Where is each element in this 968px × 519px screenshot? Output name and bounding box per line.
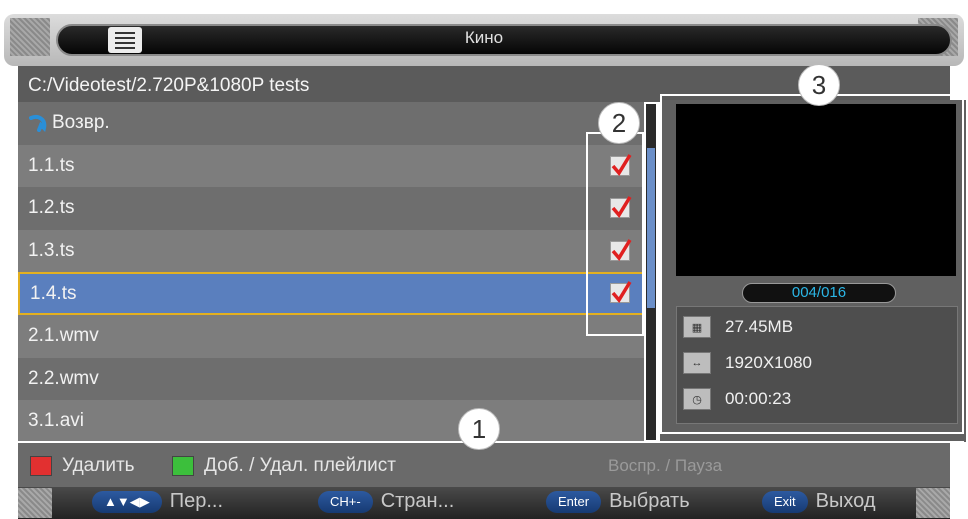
legend-delete[interactable]: Удалить	[30, 455, 135, 477]
file-name: 1.4.ts	[30, 282, 77, 304]
keyhint-select[interactable]: Enter Выбрать	[546, 490, 690, 513]
legend-delete-label: Удалить	[62, 455, 135, 476]
callout-frame-checkboxes	[586, 132, 644, 336]
red-key-swatch	[30, 456, 52, 476]
list-item[interactable]: 1.1.ts	[18, 144, 644, 188]
key-bar-corner-left-texture	[18, 488, 52, 518]
green-key-swatch	[172, 456, 194, 476]
back-item[interactable]: Возвр.	[18, 102, 644, 145]
file-name: 1.1.ts	[28, 154, 75, 176]
back-label: Возвр.	[52, 112, 110, 134]
enter-key-icon: Enter	[546, 490, 602, 513]
arrow-keys-icon: ▲▼◀▶	[92, 490, 162, 513]
file-name: 2.2.wmv	[28, 367, 99, 389]
legend-bar	[18, 443, 950, 487]
keyhint-navigate[interactable]: ▲▼◀▶ Пер...	[92, 490, 223, 513]
list-item[interactable]: 3.1.avi	[18, 400, 644, 443]
keyhint-navigate-label: Пер...	[169, 490, 224, 512]
keyhint-exit-label: Выход	[815, 490, 876, 512]
media-player-screen: Кино C:/Videotest/2.720P&1080P tests Воз…	[0, 0, 968, 519]
legend-playlist-label: Доб. / Удал. плейлист	[204, 455, 396, 476]
key-bar-corner-right-texture	[916, 488, 950, 518]
list-item-selected[interactable]: 1.4.ts	[18, 272, 644, 315]
keyhint-select-label: Выбрать	[609, 490, 690, 512]
back-arrow-icon	[29, 115, 47, 133]
legend-playlist[interactable]: Доб. / Удал. плейлист	[172, 455, 396, 477]
channel-key-icon: CH+-	[318, 490, 373, 513]
callout-number-1: 1	[458, 408, 500, 450]
callout-number-2: 2	[598, 102, 640, 144]
file-list: Возвр. 1.1.ts 1.2.ts 1.3.ts 1.4.ts 2.1.w…	[18, 102, 644, 443]
list-item[interactable]: 1.3.ts	[18, 229, 644, 273]
keyhint-exit[interactable]: Exit Выход	[762, 490, 876, 513]
keyhint-page[interactable]: CH+- Стран...	[318, 490, 454, 513]
file-name: 2.1.wmv	[28, 325, 99, 347]
legend-play-pause: Воспр. / Пауза	[608, 456, 722, 476]
list-item[interactable]: 2.2.wmv	[18, 357, 644, 401]
current-path: C:/Videotest/2.720P&1080P tests	[28, 75, 310, 96]
file-name: 3.1.avi	[28, 410, 84, 432]
legend-play-pause-label: Воспр. / Пауза	[608, 456, 723, 475]
callout-number-3: 3	[798, 64, 840, 106]
scrollbar-thumb[interactable]	[647, 148, 655, 308]
callout-frame-preview	[660, 94, 964, 434]
list-item[interactable]: 2.1.wmv	[18, 314, 644, 358]
file-name: 1.3.ts	[28, 240, 75, 262]
page-title: Кино	[464, 28, 504, 47]
keyhint-page-label: Стран...	[380, 490, 455, 512]
list-scrollbar[interactable]	[646, 104, 656, 440]
file-name: 1.2.ts	[28, 197, 75, 219]
list-item[interactable]: 1.2.ts	[18, 187, 644, 230]
exit-key-icon: Exit	[762, 490, 808, 513]
